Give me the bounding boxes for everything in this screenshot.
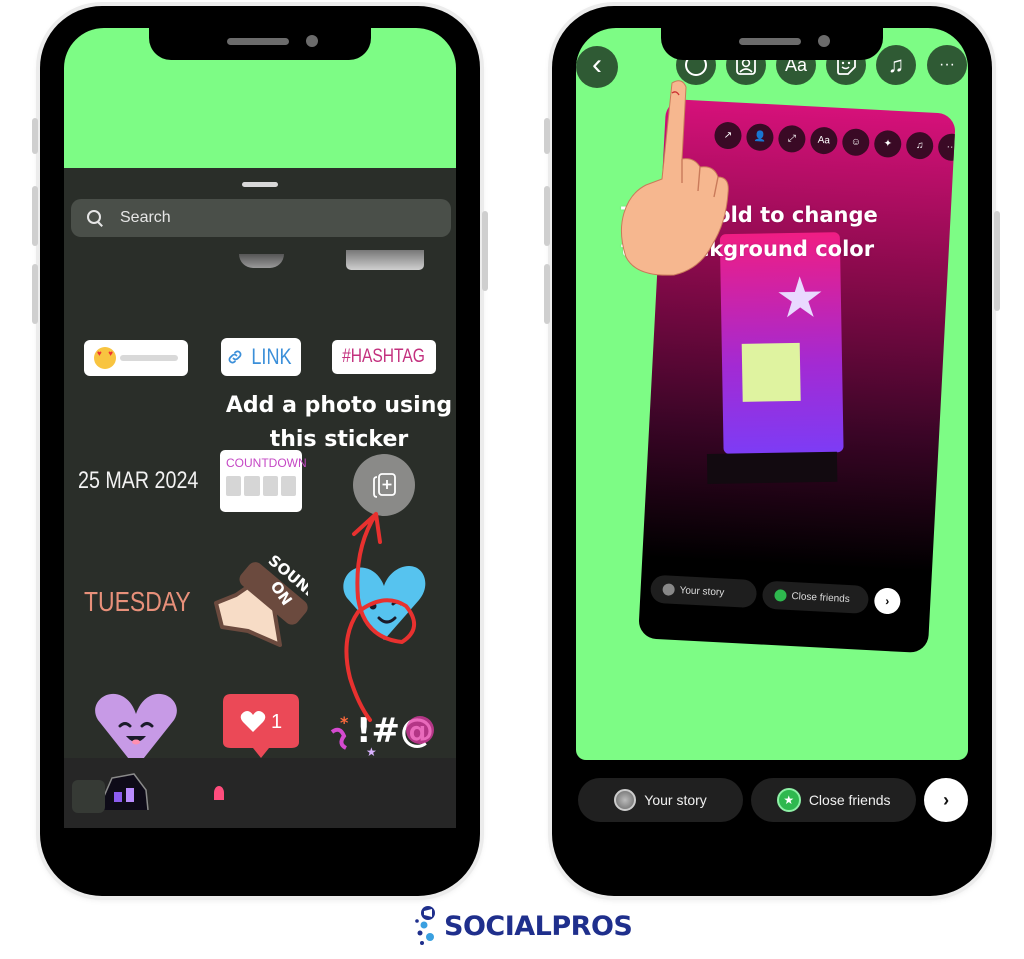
tray-drag-handle[interactable] [242, 182, 278, 187]
sticker-tray: LINK #HASHTAG Add a photo using this sti… [64, 168, 456, 828]
preview-your-story-label: Your story [679, 584, 725, 598]
avatar [614, 789, 637, 811]
phone-volume-down-button [544, 264, 550, 324]
day-sticker[interactable]: TUESDAY [84, 586, 214, 618]
speaker-grille [227, 38, 289, 45]
link-icon [228, 350, 242, 364]
symbols-sticker[interactable]: * !#@ ★ [326, 698, 438, 758]
annotation-add-photo: Add a photo using this sticker [225, 393, 453, 452]
music-button[interactable]: ♫ [876, 45, 916, 85]
annotation-line-1: Tap or hold to change [621, 203, 878, 227]
close-friends-label: Close friends [808, 792, 891, 808]
like-count: 1 [271, 711, 282, 733]
sticker-tray-lower-row [64, 758, 456, 828]
sound-on-sticker[interactable]: SOUND ON [208, 553, 308, 653]
phone-mute-switch [544, 118, 550, 154]
nested-share-bar [706, 451, 838, 484]
speaker-grille [739, 38, 801, 45]
star-icon: ★ [774, 265, 826, 330]
preview-tool-icon: ♫ [905, 131, 934, 160]
left-phone-frame: LINK #HASHTAG Add a photo using this sti… [32, 6, 488, 896]
sticker-search-bar[interactable] [71, 199, 451, 237]
next-button[interactable]: › [924, 778, 968, 822]
recent-sticker-thumbnail[interactable] [72, 780, 105, 813]
phone-volume-up-button [544, 186, 550, 246]
share-bar: Your story ★ Close friends › [576, 776, 968, 824]
preview-tool-icon: Aa [809, 126, 839, 155]
annotation-change-background: Tap or hold to change the background col… [621, 198, 878, 266]
countdown-sticker-label: COUNTDOWN [226, 456, 307, 470]
preview-tool-icon: ✦ [873, 129, 902, 159]
more-icon: ··· [939, 56, 955, 73]
front-camera [306, 35, 318, 47]
slider-track [120, 355, 178, 361]
hashtag-sticker[interactable]: #HASHTAG [332, 340, 436, 374]
link-sticker-label: LINK [251, 344, 292, 369]
preview-next-icon: › [873, 587, 902, 615]
phone-notch [149, 28, 371, 60]
add-photo-sticker-button[interactable] [353, 454, 415, 516]
preview-your-story-pill: Your story [649, 574, 758, 609]
partial-sticker[interactable] [239, 254, 284, 268]
phone-volume-down-button [32, 264, 38, 324]
preview-toolbar: ↗ 👤 ⤢ Aa ☺ ✦ ♫ ··· [713, 121, 956, 162]
preview-tool-icon: ☺ [841, 128, 871, 157]
phone-mute-switch [32, 118, 38, 154]
front-camera [818, 35, 830, 47]
date-sticker-label: 25 MAR 2024 [78, 467, 199, 494]
link-sticker[interactable]: LINK [221, 338, 301, 376]
search-icon [86, 209, 104, 227]
day-sticker-label: TUESDAY [84, 586, 191, 617]
phone-power-button [482, 211, 488, 291]
partial-sticker[interactable] [214, 786, 224, 800]
preview-close-friends-pill: Close friends [761, 580, 870, 615]
star-badge-icon [774, 589, 787, 602]
preview-tool-icon: ··· [937, 133, 956, 162]
chevron-left-icon: ‹ [592, 48, 602, 81]
preview-tool-icon: 👤 [745, 123, 775, 152]
chevron-right-icon: › [943, 789, 950, 810]
brand-name: SOCIALPROS [444, 910, 633, 942]
svg-text:*: * [340, 713, 349, 732]
countdown-sticker[interactable]: COUNTDOWN [220, 450, 307, 512]
star-badge-icon: ★ [776, 788, 801, 812]
brand-logo: SOCIALPROS [414, 905, 633, 947]
heart-eyes-emoji-icon [94, 347, 116, 369]
yellow-square-sticker [741, 342, 801, 402]
phone-notch [661, 28, 883, 60]
preview-share-bar: Your story Close friends › [649, 574, 902, 616]
preview-tool-icon: ↗ [713, 121, 743, 150]
photo-add-icon [373, 473, 396, 498]
hashtag-sticker-label: #HASHTAG [342, 346, 426, 367]
right-phone-screen: ‹ Aa ♫ ··· ↗ 👤 ⤢ Aa ☺ ✦ ♫ ··· ★ Your sto… [576, 28, 968, 874]
music-note-icon: ♫ [887, 52, 905, 77]
preview-tool-icon: ⤢ [777, 124, 807, 154]
socialpros-logo-icon [415, 906, 435, 945]
annotation-line-2: the background color [621, 237, 875, 261]
date-sticker[interactable]: 25 MAR 2024 [78, 467, 225, 495]
back-button[interactable]: ‹ [576, 46, 618, 88]
your-story-label: Your story [644, 792, 707, 808]
story-preview-screenshot: ↗ 👤 ⤢ Aa ☺ ✦ ♫ ··· ★ Your story Close fr… [638, 98, 956, 654]
right-phone-frame: ‹ Aa ♫ ··· ↗ 👤 ⤢ Aa ☺ ✦ ♫ ··· ★ Your sto… [544, 6, 1000, 896]
more-options-button[interactable]: ··· [927, 45, 967, 85]
winking-heart-sticker[interactable] [339, 558, 429, 648]
countdown-boxes [226, 476, 296, 496]
close-friends-button[interactable]: ★ Close friends [751, 778, 917, 822]
emoji-slider-sticker[interactable] [84, 340, 188, 376]
preview-close-friends-label: Close friends [791, 590, 851, 605]
sticker-search-input[interactable] [120, 209, 420, 227]
svg-text:★: ★ [366, 745, 377, 758]
left-phone-screen: LINK #HASHTAG Add a photo using this sti… [64, 28, 456, 874]
avatar [662, 583, 675, 596]
phone-power-button [994, 211, 1000, 311]
like-count-sticker[interactable]: 1 [221, 692, 301, 762]
phone-volume-up-button [32, 186, 38, 246]
partial-sticker[interactable] [346, 250, 424, 270]
your-story-button[interactable]: Your story [578, 778, 744, 822]
